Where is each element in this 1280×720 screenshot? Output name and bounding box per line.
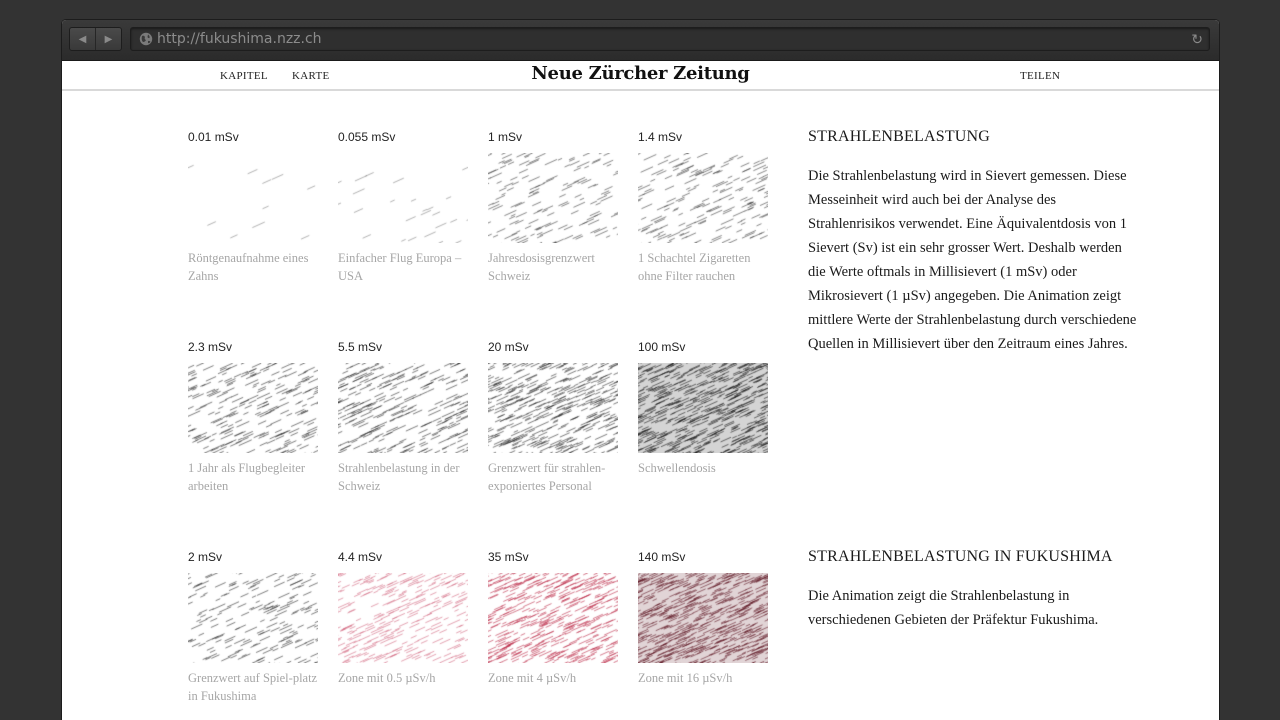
dose-caption: Strahlenbelastung in der Schweiz xyxy=(338,461,460,493)
dose-value: 20 mSv xyxy=(488,340,529,354)
nav-teilen[interactable]: TEILEN xyxy=(1020,70,1060,82)
dose-value: 0.055 mSv xyxy=(338,130,396,144)
radiation-animation xyxy=(638,153,768,243)
dose-value: 100 mSv xyxy=(638,340,686,354)
dose-caption: Röntgenaufnahme eines Zahns xyxy=(188,251,309,283)
radiation-animation xyxy=(188,153,318,243)
browser-toolbar: ◀ ▶ http://fukushima.nzz.ch ↻ xyxy=(62,20,1219,61)
dose-caption: Grenzwert für strahlen-exponiertes Perso… xyxy=(488,461,606,493)
dose-value: 2 mSv xyxy=(188,550,223,564)
radiation-animation xyxy=(638,573,768,663)
dose-caption: Zone mit 0.5 µSv/h xyxy=(338,671,436,685)
dose-caption: Schwellendosis xyxy=(638,461,716,475)
dose-value: 5.5 mSv xyxy=(338,340,383,354)
radiation-animation xyxy=(338,153,468,243)
dose-value: 0.01 mSv xyxy=(188,130,239,144)
dose-value: 35 mSv xyxy=(488,550,529,564)
dose-value: 140 mSv xyxy=(638,550,686,564)
radiation-animation xyxy=(338,363,468,453)
radiation-animation xyxy=(188,363,318,453)
radiation-animation xyxy=(638,363,768,453)
dose-caption: 1 Jahr als Flugbegleiter arbeiten xyxy=(188,461,305,493)
nav-buttons: ◀ ▶ xyxy=(69,27,122,51)
section-title: STRAHLENBELASTUNG IN FUKUSHIMA xyxy=(808,548,1113,565)
radiation-animation xyxy=(488,153,618,243)
dose-caption: Einfacher Flug Europa – USA xyxy=(338,251,462,283)
dose-caption: 1 Schachtel Zigaretten ohne Filter rauch… xyxy=(638,251,751,283)
dose-caption: Grenzwert auf Spiel-platz in Fukushima xyxy=(188,671,318,703)
radiation-animation xyxy=(488,573,618,663)
site-navigation: KAPITEL KARTE Neue Zürcher Zeitung TEILE… xyxy=(62,61,1219,91)
section-text: Die Animation zeigt die Strahlenbelastun… xyxy=(808,588,1099,628)
radiation-animation xyxy=(338,573,468,663)
dose-value: 1.4 mSv xyxy=(638,130,683,144)
radiation-animation xyxy=(488,363,618,453)
forward-button[interactable]: ▶ xyxy=(95,28,121,50)
dose-caption: Jahresdosisgrenzwert Schweiz xyxy=(488,251,595,283)
section-strahlenbelastung: STRAHLENBELASTUNG Die Strahlenbelastung … xyxy=(808,128,1138,356)
dose-caption: Zone mit 4 µSv/h xyxy=(488,671,577,685)
url-text: http://fukushima.nzz.ch xyxy=(157,31,322,47)
browser-window: ◀ ▶ http://fukushima.nzz.ch ↻ KAPITEL KA… xyxy=(62,20,1219,720)
dose-caption: Zone mit 16 µSv/h xyxy=(638,671,733,685)
section-title: STRAHLENBELASTUNG xyxy=(808,128,991,145)
globe-icon xyxy=(139,32,153,46)
dose-value: 4.4 mSv xyxy=(338,550,383,564)
back-button[interactable]: ◀ xyxy=(70,28,95,50)
dose-value: 1 mSv xyxy=(488,130,523,144)
reload-icon[interactable]: ↻ xyxy=(1191,31,1203,48)
dose-value: 2.3 mSv xyxy=(188,340,233,354)
section-text: Die Strahlenbelastung wird in Sievert ge… xyxy=(808,168,1137,352)
address-bar[interactable]: http://fukushima.nzz.ch ↻ xyxy=(130,27,1210,51)
section-fukushima: STRAHLENBELASTUNG IN FUKUSHIMA Die Anima… xyxy=(808,548,1138,632)
radiation-animation xyxy=(188,573,318,663)
